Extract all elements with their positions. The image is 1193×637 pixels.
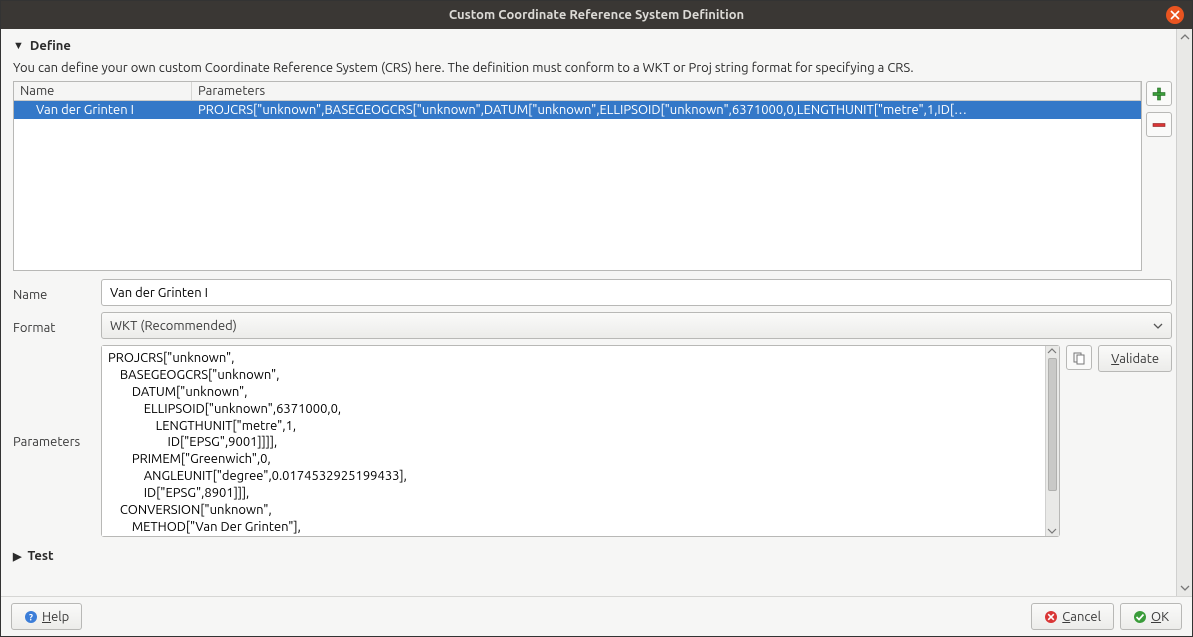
- svg-text:?: ?: [29, 612, 33, 622]
- cell-parameters: PROJCRS["unknown",BASEGEOGCRS["unknown",…: [192, 101, 1141, 119]
- col-header-parameters[interactable]: Parameters: [192, 82, 1141, 100]
- parameters-buttons: Validate: [1066, 345, 1172, 537]
- scroll-track[interactable]: [1179, 43, 1191, 582]
- main-vertical-scrollbar[interactable]: [1176, 29, 1192, 596]
- close-button[interactable]: [1166, 6, 1184, 24]
- table-body: Van der Grinten I PROJCRS["unknown",BASE…: [14, 101, 1141, 270]
- scroll-down-icon: [1046, 526, 1058, 536]
- content-area: ▼ Define You can define your own custom …: [1, 29, 1192, 596]
- chevron-down-icon: [1153, 321, 1163, 331]
- expander-right-icon: ▶: [13, 550, 21, 563]
- cancel-icon: [1044, 610, 1058, 624]
- test-section: ▶ Test: [13, 543, 1172, 569]
- remove-crs-button[interactable]: [1146, 112, 1172, 137]
- table-header: Name Parameters: [14, 82, 1141, 101]
- col-header-name[interactable]: Name: [14, 82, 192, 100]
- table-button-column: [1146, 81, 1172, 271]
- add-crs-button[interactable]: [1146, 81, 1172, 106]
- scroll-up-icon: [1046, 346, 1058, 356]
- crs-table-row: Name Parameters Van der Grinten I PROJCR…: [13, 81, 1172, 271]
- parameters-textarea[interactable]: [102, 346, 1045, 536]
- textarea-scrollbar[interactable]: [1045, 346, 1059, 536]
- format-row: Format WKT (Recommended): [13, 312, 1172, 339]
- crs-form: Name Format WKT (Recommended) Parameters: [13, 279, 1172, 537]
- format-value: WKT (Recommended): [110, 319, 237, 333]
- arrow-up-icon: [1180, 33, 1190, 41]
- dialog-footer: ? Help Cancel OK: [1, 596, 1192, 636]
- minus-icon: [1152, 118, 1166, 132]
- scroll-thumb[interactable]: [1048, 358, 1057, 491]
- test-label: Test: [27, 549, 53, 563]
- arrow-down-icon: [1180, 584, 1190, 592]
- description-text: You can define your own custom Coordinat…: [13, 59, 1172, 81]
- plus-icon: [1152, 87, 1166, 101]
- window-title: Custom Coordinate Reference System Defin…: [449, 8, 744, 22]
- parameters-area: Validate: [101, 345, 1172, 537]
- expander-down-icon: ▼: [13, 40, 24, 52]
- parameters-label: Parameters: [13, 345, 93, 449]
- ok-button[interactable]: OK: [1120, 603, 1182, 630]
- name-input[interactable]: [101, 279, 1172, 306]
- validate-label: Validate: [1111, 352, 1159, 366]
- name-label: Name: [13, 284, 93, 302]
- footer-right: Cancel OK: [1031, 603, 1182, 630]
- help-button[interactable]: ? Help: [11, 603, 82, 630]
- cancel-label: Cancel: [1062, 610, 1101, 624]
- define-label: Define: [30, 39, 71, 53]
- copy-button[interactable]: [1066, 345, 1092, 370]
- dialog-window: Custom Coordinate Reference System Defin…: [0, 0, 1193, 637]
- cell-name: Van der Grinten I: [14, 101, 192, 119]
- table-row[interactable]: Van der Grinten I PROJCRS["unknown",BASE…: [14, 101, 1141, 119]
- cancel-button[interactable]: Cancel: [1031, 603, 1114, 630]
- parameters-row: Parameters: [13, 345, 1172, 537]
- copy-icon: [1072, 351, 1086, 365]
- help-label: Help: [42, 610, 69, 624]
- define-section-header[interactable]: ▼ Define: [13, 37, 1172, 59]
- name-row: Name: [13, 279, 1172, 306]
- ok-icon: [1133, 610, 1147, 624]
- close-icon: [1170, 10, 1180, 20]
- scroll-down-button[interactable]: [1179, 582, 1191, 594]
- crs-table[interactable]: Name Parameters Van der Grinten I PROJCR…: [13, 81, 1142, 271]
- ok-label: OK: [1151, 610, 1169, 624]
- parameters-textarea-wrap: [101, 345, 1060, 537]
- validate-button[interactable]: Validate: [1098, 345, 1172, 372]
- help-icon: ?: [24, 610, 38, 624]
- titlebar: Custom Coordinate Reference System Defin…: [1, 1, 1192, 29]
- format-select[interactable]: WKT (Recommended): [101, 312, 1172, 339]
- scroll-up-button[interactable]: [1179, 31, 1191, 43]
- main-scroll-pane: ▼ Define You can define your own custom …: [1, 29, 1176, 596]
- format-label: Format: [13, 317, 93, 335]
- test-section-header[interactable]: ▶ Test: [13, 547, 1172, 569]
